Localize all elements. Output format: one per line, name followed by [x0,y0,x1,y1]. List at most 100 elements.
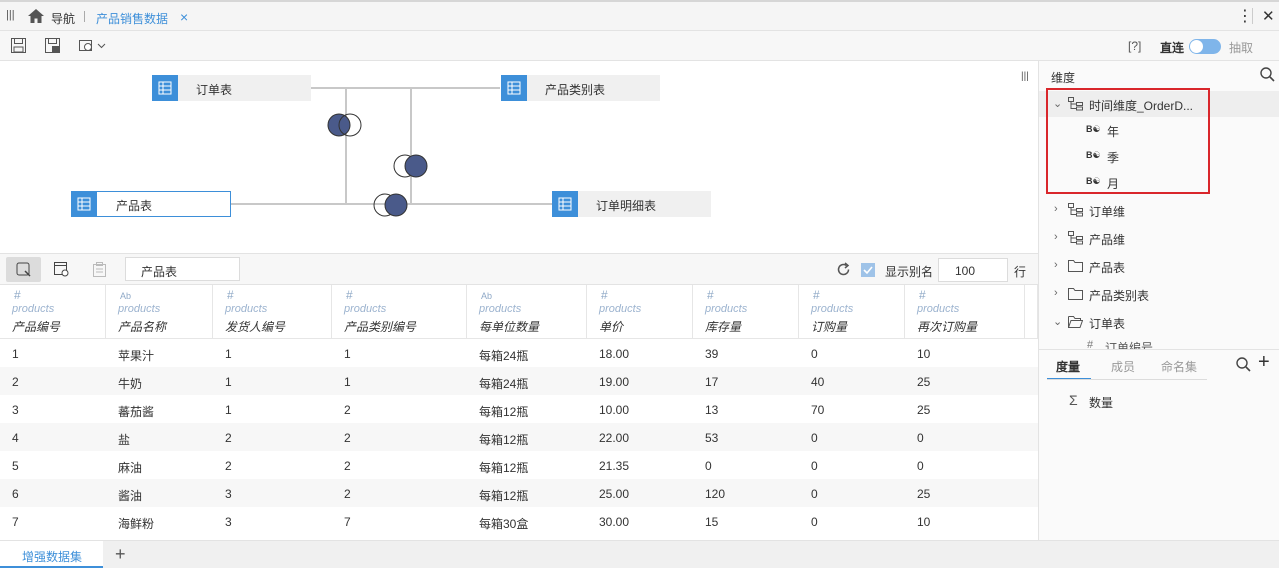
measure-item-quantity[interactable]: Σ 数量 [1039,388,1279,414]
table-row[interactable]: 5 麻油 2 2 每箱12瓶 21.35 0 0 0 [0,451,1038,479]
join-icon-1[interactable] [327,113,363,140]
table-row[interactable]: 6 酱油 3 2 每箱12瓶 25.00 120 0 25 [0,479,1038,507]
tree-item-order-id-partial[interactable]: # 订单编号 [1039,337,1279,349]
table-cell: 17 [705,375,719,389]
table-cell: 15 [705,515,719,529]
chevron-right-icon[interactable]: › [1054,231,1058,243]
chevron-right-icon[interactable]: › [1054,259,1058,271]
tree-item-label: 订单编号 [1105,341,1154,349]
help-button[interactable]: [?] [1128,39,1141,53]
table-row[interactable]: 3 蕃茄酱 1 2 每箱12瓶 10.00 13 70 25 [0,395,1038,423]
clipboard-icon[interactable] [93,262,106,277]
column-source: products [479,303,522,315]
table-cell: 13 [705,403,719,417]
tab-named-sets[interactable]: 命名集 [1161,358,1197,375]
chevron-right-icon[interactable]: › [1054,287,1058,299]
node-label: 订单表 [196,83,233,97]
settings-dropdown-icon[interactable] [79,38,107,53]
column-header[interactable]: Ab products 每单位数量 [467,285,587,339]
refresh-icon[interactable] [836,262,851,277]
tab-members[interactable]: 成员 [1111,358,1135,375]
search-icon[interactable] [1260,67,1275,82]
table-cell: 0 [811,515,818,529]
table-cell: 3 [225,487,232,501]
table-cell: 39 [705,347,719,361]
table-cell: 22.00 [599,431,630,445]
join-icon-3[interactable] [373,193,409,220]
more-options-icon[interactable]: ⋮ [1237,6,1253,26]
panel-collapse-icon[interactable]: ||| [1021,71,1029,82]
tree-item-category-table[interactable]: › 产品类别表 [1039,281,1279,307]
table-cell: 2 [12,375,19,389]
extract-label: 抽取 [1229,41,1254,55]
column-source: products [705,303,748,315]
tab-enhanced-dataset[interactable]: 增强数据集 [0,541,103,568]
table-row[interactable]: 2 牛奶 1 1 每箱24瓶 19.00 17 40 25 [0,367,1038,395]
column-header[interactable]: # products 再次订购量 [905,285,1025,339]
table-icon [552,191,578,217]
tree-item-label: 订单表 [1089,317,1126,331]
column-header[interactable]: # products 单价 [587,285,693,339]
chevron-right-icon[interactable]: › [1054,203,1058,215]
table-cell: 2 [344,459,351,473]
table-cell: 盐 [118,433,131,447]
window-close-icon[interactable]: ✕ [1262,7,1275,25]
table-row[interactable]: 1 苹果汁 1 1 每箱24瓶 18.00 39 0 10 [0,339,1038,367]
save-icon[interactable] [11,38,26,53]
add-measure-icon[interactable]: + [1258,351,1270,374]
column-header[interactable]: # products 产品类别编号 [332,285,467,339]
column-source: products [917,303,960,315]
tab-measures[interactable]: 度量 [1056,358,1080,375]
column-header[interactable]: # products 发货人编号 [213,285,332,339]
preview-button[interactable] [6,257,41,282]
rows-input[interactable]: 100 [938,258,1008,282]
chevron-down-icon[interactable]: ⌄ [1053,315,1062,328]
hierarchy-icon [1068,231,1083,245]
column-header[interactable]: # products 订购量 [799,285,905,339]
tab-bar: ||| 导航 产品销售数据 × ⋮ ✕ [0,0,1279,31]
table-cell: 0 [917,431,924,445]
table-cell: 每箱24瓶 [479,349,529,363]
table-cell: 30.00 [599,515,630,529]
node-label: 订单明细表 [596,199,657,213]
save-as-icon[interactable] [45,38,60,53]
table-row[interactable]: 7 海鲜粉 3 7 每箱30盒 30.00 15 0 10 [0,507,1038,535]
menu-icon[interactable]: ||| [6,9,15,21]
tree-item-orders-table[interactable]: ⌄ 订单表 [1039,309,1279,335]
close-tab-icon[interactable]: × [180,9,188,25]
home-tab-label[interactable]: 导航 [51,10,75,27]
table-icon [152,75,178,101]
home-icon[interactable] [28,9,44,23]
show-alias-checkbox[interactable] [861,263,875,277]
join-icon-2[interactable] [393,154,429,181]
tab-enhanced-dataset-label: 增强数据集 [22,550,83,564]
table-cell: 25.00 [599,487,630,501]
column-header[interactable]: # products 库存量 [693,285,799,339]
table-settings-icon[interactable] [54,262,70,277]
node-order-details[interactable]: 订单明细表 [552,191,711,217]
node-products[interactable]: 产品表 [71,191,231,217]
table-row[interactable]: 4 盐 2 2 每箱12瓶 22.00 53 0 0 [0,423,1038,451]
dimension-title: 维度 [1051,71,1076,85]
number-type-icon: # [601,288,608,302]
table-cell: 酱油 [118,489,143,503]
tree-item-product-dim[interactable]: › 产品维 [1039,225,1279,251]
table-cell: 25 [917,375,931,389]
table-name-field[interactable]: 产品表 [125,257,240,281]
column-source: products [811,303,854,315]
tree-item-products-table[interactable]: › 产品表 [1039,253,1279,279]
node-orders[interactable]: 订单表 [152,75,311,101]
add-tab-button[interactable]: + [115,544,126,565]
table-cell: 牛奶 [118,377,143,391]
node-product-category[interactable]: 产品类别表 [501,75,660,101]
tab-product-sales[interactable]: 产品销售数据 [96,10,168,27]
table-cell: 10 [917,347,931,361]
search-icon[interactable] [1236,357,1251,372]
table-cell: 每箱12瓶 [479,405,529,419]
column-header[interactable]: # products 产品编号 [0,285,106,339]
tree-item-order-dim[interactable]: › 订单维 [1039,197,1279,223]
connection-toggle[interactable] [1189,39,1221,54]
rows-unit-label: 行 [1014,265,1027,279]
dimension-panel: 维度 ⌄ 时间维度_OrderD... B☯ 年 B☯ 季 B☯ 月 › 订单维… [1038,61,1279,540]
column-header[interactable]: Ab products 产品名称 [106,285,213,339]
